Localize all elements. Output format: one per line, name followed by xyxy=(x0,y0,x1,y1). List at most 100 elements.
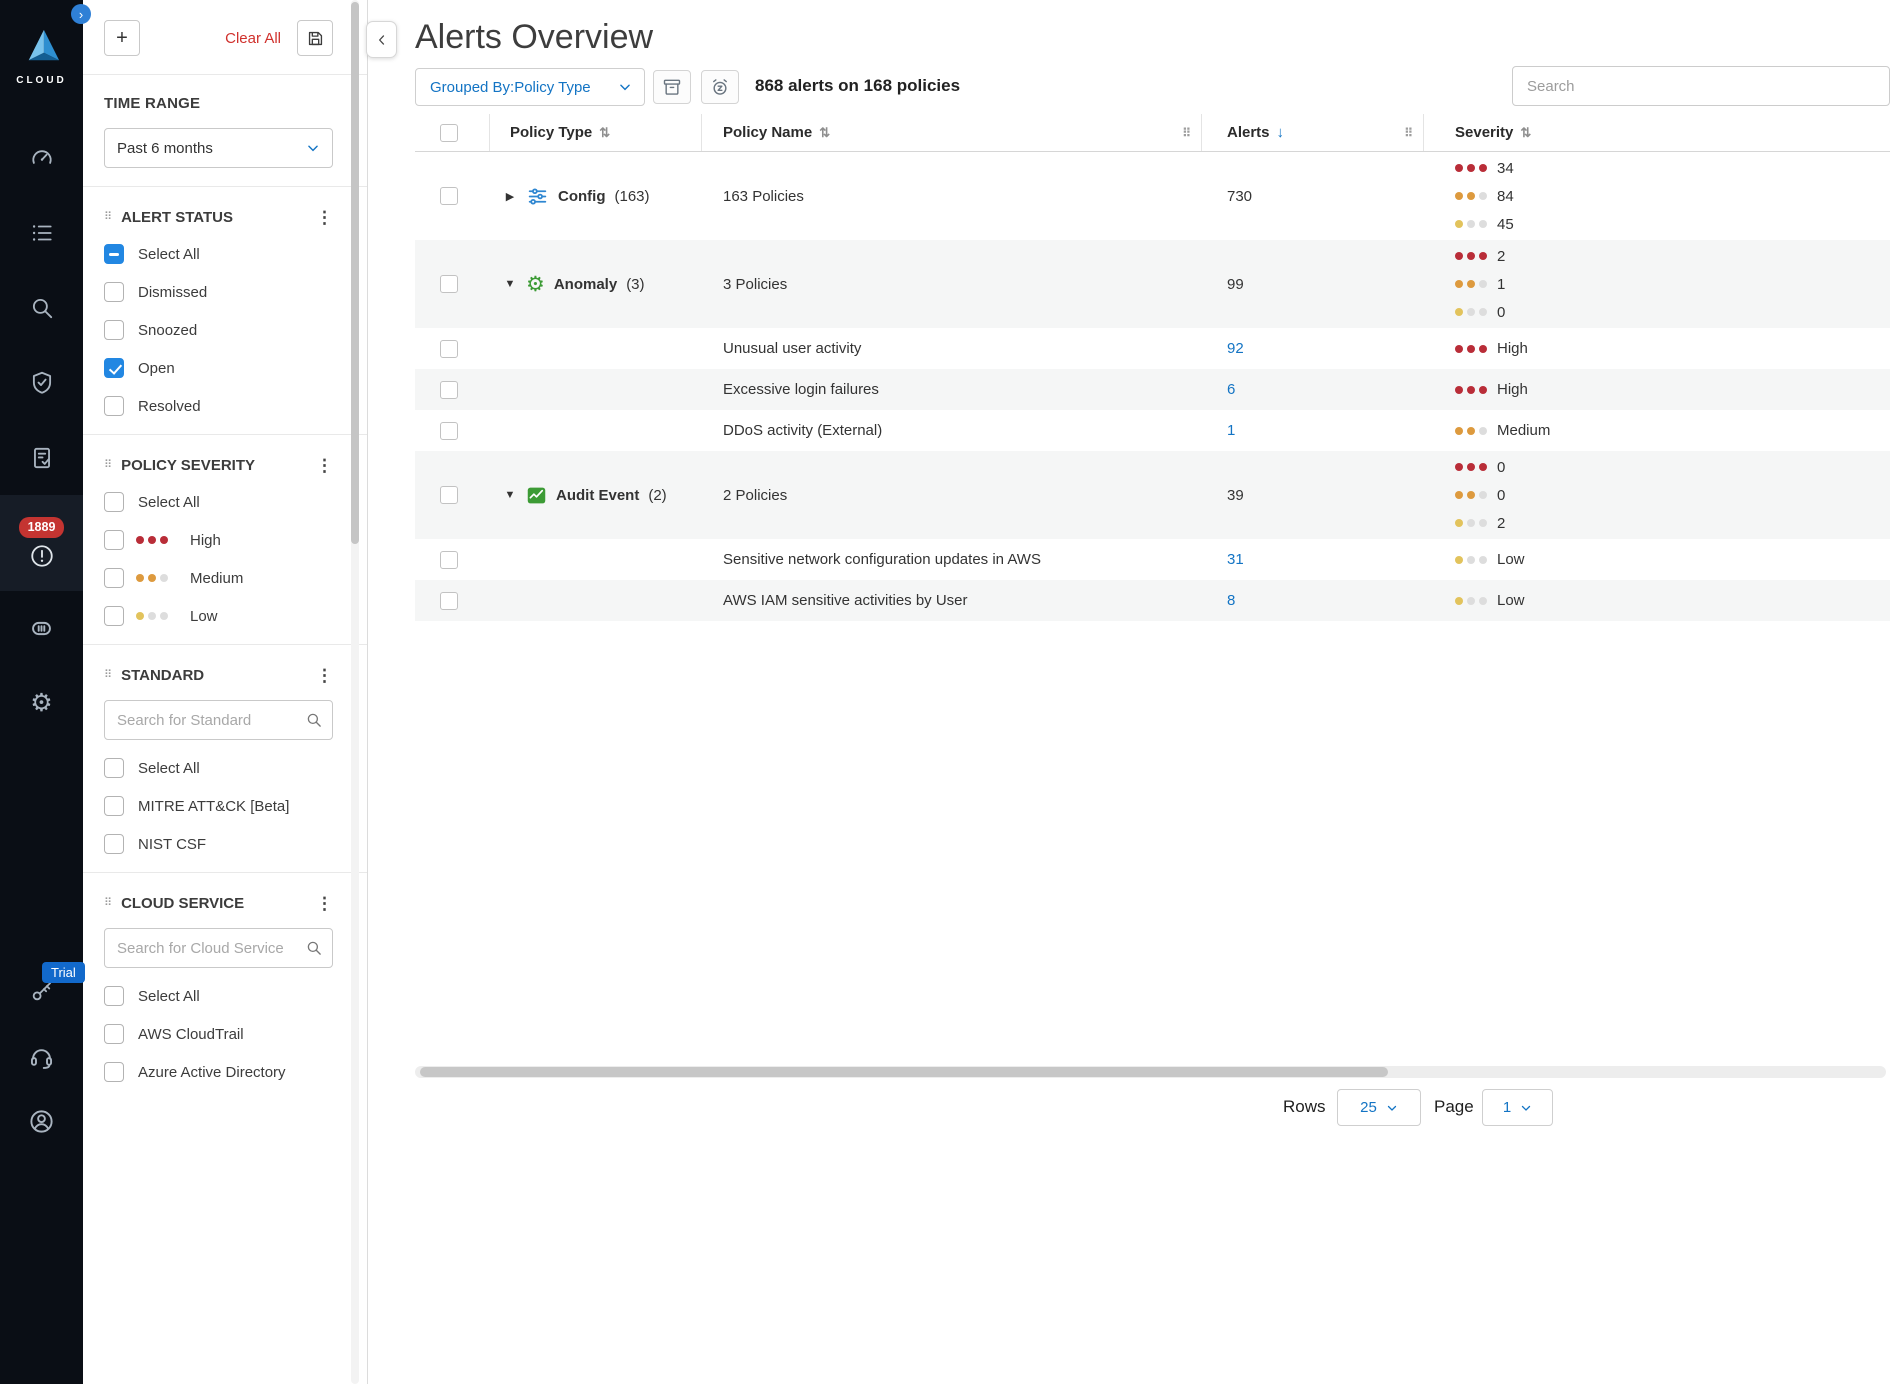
column-severity[interactable]: Severity xyxy=(1455,124,1513,141)
filter-option-aws-cloudtrail[interactable]: AWS CloudTrail xyxy=(104,1024,333,1044)
checkbox[interactable] xyxy=(104,796,124,816)
settings-gear-icon[interactable]: ⚙ xyxy=(0,666,83,741)
cloud-service-search-input[interactable] xyxy=(104,928,333,968)
horizontal-scrollbar-track[interactable] xyxy=(415,1066,1886,1078)
table-row-policy[interactable]: Sensitive network configuration updates … xyxy=(415,539,1890,580)
filter-option-snoozed[interactable]: Snoozed xyxy=(104,320,333,340)
filter-option-select-all-severity[interactable]: Select All xyxy=(104,492,333,512)
filter-scrollbar-thumb[interactable] xyxy=(351,2,359,544)
clear-all-button[interactable]: Clear All xyxy=(225,30,281,47)
checkbox-checked[interactable] xyxy=(104,358,124,378)
expand-arrow-icon[interactable]: ▶ xyxy=(503,190,517,203)
checkbox[interactable] xyxy=(104,530,124,550)
governance-shield-icon[interactable] xyxy=(0,345,83,420)
table-row-group-audit-event[interactable]: ▼ Audit Event (2) 2 Policies 39 0 0 2 xyxy=(415,451,1890,539)
checkbox[interactable] xyxy=(104,606,124,626)
checkbox[interactable] xyxy=(104,568,124,588)
column-alerts[interactable]: Alerts xyxy=(1227,124,1270,141)
sidebar-item-alerts[interactable]: 1889 xyxy=(0,495,83,591)
kebab-menu-icon[interactable]: ⋮ xyxy=(316,209,333,226)
collapse-arrow-icon[interactable]: ▼ xyxy=(503,278,517,290)
alert-count-link[interactable]: 92 xyxy=(1227,340,1244,357)
table-row-group-anomaly[interactable]: ▼ ⚙ Anomaly (3) 3 Policies 99 2 1 0 xyxy=(415,240,1890,328)
column-policy-type[interactable]: Policy Type xyxy=(510,124,592,141)
compliance-report-icon[interactable] xyxy=(0,420,83,495)
filter-option-open[interactable]: Open xyxy=(104,358,333,378)
sort-icon[interactable]: ⇅ xyxy=(819,125,830,141)
checkbox[interactable] xyxy=(104,834,124,854)
table-row-policy[interactable]: Unusual user activity 92 High xyxy=(415,328,1890,369)
checkbox[interactable] xyxy=(104,1062,124,1082)
table-row-policy[interactable]: AWS IAM sensitive activities by User 8 L… xyxy=(415,580,1890,621)
compute-icon[interactable] xyxy=(0,591,83,666)
save-filter-button[interactable] xyxy=(297,20,333,56)
alert-count-link[interactable]: 31 xyxy=(1227,551,1244,568)
filter-option-resolved[interactable]: Resolved xyxy=(104,396,333,416)
alert-count-link[interactable]: 8 xyxy=(1227,592,1235,609)
sort-icon[interactable]: ⇅ xyxy=(599,125,610,141)
checkbox[interactable] xyxy=(104,320,124,340)
kebab-menu-icon[interactable]: ⋮ xyxy=(316,457,333,474)
drag-handle-icon[interactable]: ⠿ xyxy=(104,670,112,681)
trial-badge[interactable]: Trial xyxy=(42,962,85,983)
drag-handle-icon[interactable]: ⠿ xyxy=(104,460,112,471)
kebab-menu-icon[interactable]: ⋮ xyxy=(316,895,333,912)
checkbox[interactable] xyxy=(104,396,124,416)
row-checkbox[interactable] xyxy=(440,551,458,569)
checkbox-indeterminate[interactable] xyxy=(104,244,124,264)
inventory-icon[interactable] xyxy=(0,195,83,270)
checkbox[interactable] xyxy=(104,492,124,512)
collapse-arrow-icon[interactable]: ▼ xyxy=(503,489,517,501)
row-checkbox[interactable] xyxy=(440,592,458,610)
support-headset-icon[interactable] xyxy=(0,1044,83,1071)
alert-count-link[interactable]: 1 xyxy=(1227,422,1235,439)
filter-option-low[interactable]: Low xyxy=(104,606,333,626)
filter-option-nist[interactable]: NIST CSF xyxy=(104,834,333,854)
profile-avatar-icon[interactable] xyxy=(0,1108,83,1135)
checkbox[interactable] xyxy=(104,282,124,302)
alert-count-link[interactable]: 6 xyxy=(1227,381,1235,398)
column-policy-name[interactable]: Policy Name xyxy=(723,124,812,141)
sort-desc-icon[interactable]: ↓ xyxy=(1277,124,1285,141)
search-nav-icon[interactable] xyxy=(0,270,83,345)
column-drag-handle-icon[interactable]: ⠿ xyxy=(1182,126,1191,140)
row-checkbox[interactable] xyxy=(440,486,458,504)
row-checkbox[interactable] xyxy=(440,422,458,440)
rows-per-page-select[interactable]: 25 xyxy=(1337,1089,1421,1126)
filter-option-mitre[interactable]: MITRE ATT&CK [Beta] xyxy=(104,796,333,816)
grouped-by-select[interactable]: Grouped By:Policy Type xyxy=(415,68,645,106)
filter-option-azure-ad[interactable]: Azure Active Directory xyxy=(104,1062,333,1082)
drag-handle-icon[interactable]: ⠿ xyxy=(104,898,112,909)
table-row-policy[interactable]: DDoS activity (External) 1 Medium xyxy=(415,410,1890,451)
filter-option-select-all-service[interactable]: Select All xyxy=(104,986,333,1006)
row-checkbox[interactable] xyxy=(440,187,458,205)
row-checkbox[interactable] xyxy=(440,275,458,293)
row-checkbox[interactable] xyxy=(440,381,458,399)
sidebar-expand-chevron-icon[interactable]: › xyxy=(71,4,91,24)
collapse-filters-button[interactable] xyxy=(366,21,397,58)
cloud-logo[interactable]: CLOUD xyxy=(0,28,83,86)
checkbox[interactable] xyxy=(104,986,124,1006)
time-range-select[interactable]: Past 6 months xyxy=(104,128,333,168)
filter-option-medium[interactable]: Medium xyxy=(104,568,333,588)
checkbox[interactable] xyxy=(104,1024,124,1044)
page-select[interactable]: 1 xyxy=(1482,1089,1553,1126)
filter-option-select-all-standard[interactable]: Select All xyxy=(104,758,333,778)
sort-icon[interactable]: ⇅ xyxy=(1520,125,1531,141)
table-row-policy[interactable]: Excessive login failures 6 High xyxy=(415,369,1890,410)
dashboard-icon[interactable] xyxy=(0,120,83,195)
horizontal-scrollbar-thumb[interactable] xyxy=(420,1067,1388,1077)
drag-handle-icon[interactable]: ⠿ xyxy=(104,212,112,223)
filter-option-dismissed[interactable]: Dismissed xyxy=(104,282,333,302)
alerts-search-input[interactable] xyxy=(1512,66,1890,106)
snooze-alerts-button[interactable] xyxy=(701,70,739,104)
table-row-group-config[interactable]: ▶ Config (163) 163 Policies 730 34 84 45 xyxy=(415,152,1890,240)
column-drag-handle-icon[interactable]: ⠿ xyxy=(1404,126,1413,140)
add-filter-button[interactable]: + xyxy=(104,20,140,56)
kebab-menu-icon[interactable]: ⋮ xyxy=(316,667,333,684)
checkbox[interactable] xyxy=(104,758,124,778)
row-checkbox[interactable] xyxy=(440,340,458,358)
standard-search-input[interactable] xyxy=(104,700,333,740)
select-all-rows-checkbox[interactable] xyxy=(440,124,458,142)
dismiss-alerts-button[interactable] xyxy=(653,70,691,104)
